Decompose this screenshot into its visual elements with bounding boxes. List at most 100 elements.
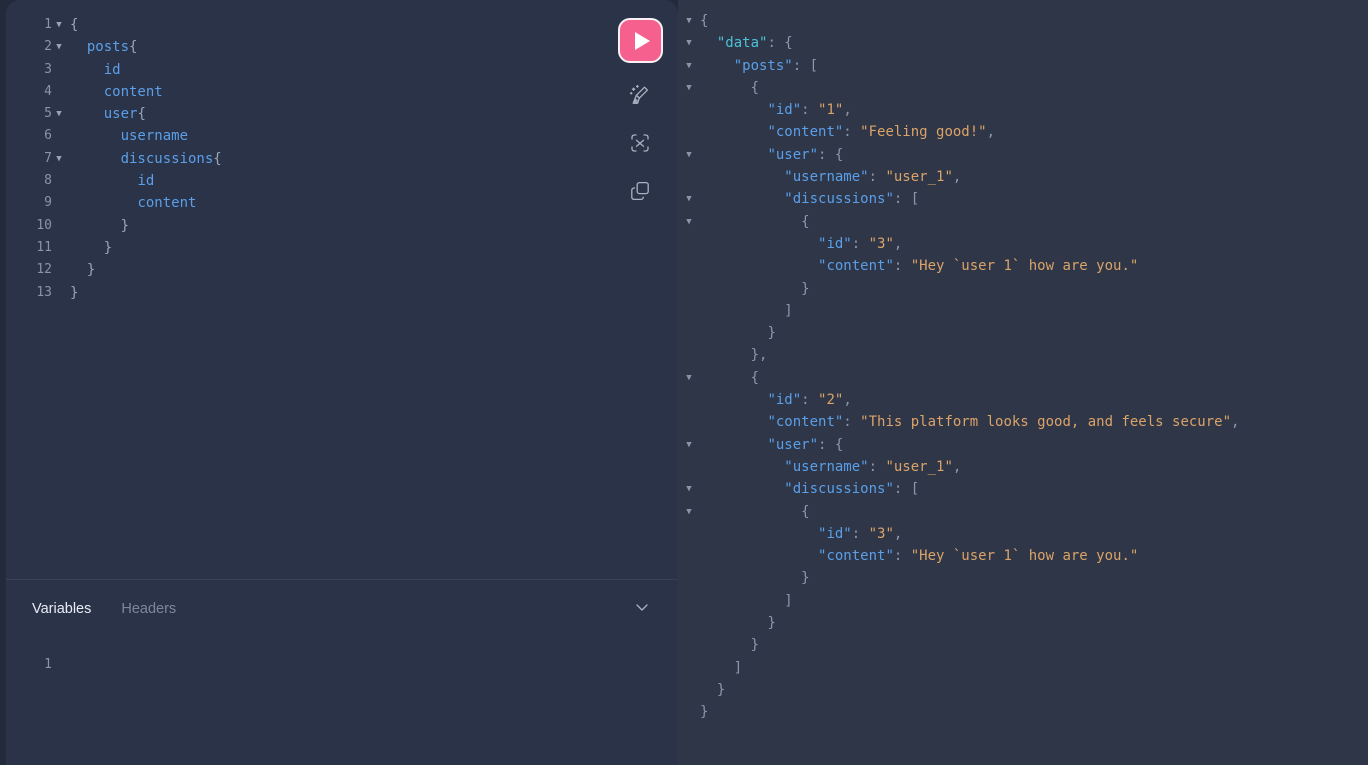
query-line[interactable]: 3▼ id xyxy=(6,59,678,81)
fold-placeholder: ▼ xyxy=(678,590,700,612)
play-icon xyxy=(634,31,650,50)
collapse-variables-button[interactable] xyxy=(632,599,652,619)
fold-arrow-icon[interactable]: ▼ xyxy=(52,103,66,125)
fold-placeholder: ▼ xyxy=(678,121,700,143)
response-line[interactable]: ▼ "username": "user_1", xyxy=(678,166,1368,188)
line-number: 6 xyxy=(44,128,52,144)
response-json[interactable]: ▼{▼ "data": {▼ "posts": [▼ {▼ "id": "1",… xyxy=(678,0,1368,765)
query-line[interactable]: 1 ▼{ xyxy=(6,14,678,36)
query-line[interactable]: 9▼ content xyxy=(6,192,678,214)
query-line[interactable]: 8▼ id xyxy=(6,170,678,192)
response-line[interactable]: ▼ "content": "Hey `user 1` how are you." xyxy=(678,545,1368,567)
fold-arrow-icon[interactable]: ▼ xyxy=(678,55,700,77)
response-pane[interactable]: ▼{▼ "data": {▼ "posts": [▼ {▼ "id": "1",… xyxy=(678,0,1368,765)
prettify-query-button[interactable] xyxy=(618,75,662,119)
response-line[interactable]: ▼ { xyxy=(678,367,1368,389)
query-line[interactable]: 12▼ } xyxy=(6,259,678,281)
query-line[interactable]: 13▼} xyxy=(6,282,678,304)
response-line[interactable]: ▼ ] xyxy=(678,300,1368,322)
response-line[interactable]: ▼ { xyxy=(678,211,1368,233)
response-line-text: { xyxy=(750,369,760,386)
fold-arrow-icon[interactable]: ▼ xyxy=(678,144,700,166)
fold-arrow-icon[interactable]: ▼ xyxy=(678,77,700,99)
editor-column: 1▼{2▼ posts{3▼ id4▼ content5▼ user{6▼ us… xyxy=(0,0,678,765)
response-line-text: "data": { xyxy=(716,35,793,52)
response-line[interactable]: ▼ "content": "This platform looks good, … xyxy=(678,411,1368,433)
query-line[interactable]: 6▼ username xyxy=(6,125,678,147)
response-line[interactable]: ▼ "content": "Feeling good!", xyxy=(678,121,1368,143)
query-line-text: } xyxy=(70,284,79,301)
response-line[interactable]: ▼ "discussions": [ xyxy=(678,478,1368,500)
response-line[interactable]: ▼{ xyxy=(678,10,1368,32)
response-line[interactable]: ▼ "user": { xyxy=(678,434,1368,456)
copy-query-button[interactable] xyxy=(618,171,662,215)
tab-variables[interactable]: Variables xyxy=(32,601,91,617)
response-line[interactable]: ▼ "data": { xyxy=(678,32,1368,54)
fold-arrow-icon[interactable]: ▼ xyxy=(52,36,66,58)
fold-arrow-icon[interactable]: ▼ xyxy=(52,14,66,36)
query-line[interactable]: 11▼ } xyxy=(6,237,678,259)
response-line[interactable]: ▼ } xyxy=(678,278,1368,300)
query-editor-pane[interactable]: 1▼{2▼ posts{3▼ id4▼ content5▼ user{6▼ us… xyxy=(6,0,678,579)
variables-panel: Variables Headers 1▼ xyxy=(6,579,678,765)
fold-placeholder: ▼ xyxy=(52,282,66,304)
fold-arrow-icon[interactable]: ▼ xyxy=(678,501,700,523)
query-editor-code[interactable]: 1▼{2▼ posts{3▼ id4▼ content5▼ user{6▼ us… xyxy=(6,0,678,579)
broom-sparkle-icon xyxy=(628,83,652,111)
query-line[interactable]: 7 ▼ discussions{ xyxy=(6,148,678,170)
fold-arrow-icon[interactable]: ▼ xyxy=(678,32,700,54)
fold-arrow-icon[interactable]: ▼ xyxy=(678,188,700,210)
variables-line[interactable]: 1▼ xyxy=(6,654,678,676)
query-line[interactable]: 2 ▼ posts{ xyxy=(6,36,678,58)
fold-arrow-icon[interactable]: ▼ xyxy=(678,478,700,500)
variables-tab-bar: Variables Headers xyxy=(6,580,678,638)
copy-query-icon xyxy=(628,179,652,207)
line-number: 10 xyxy=(36,217,52,233)
response-line[interactable]: ▼ { xyxy=(678,501,1368,523)
merge-fragments-icon xyxy=(628,131,652,159)
query-line-text: content xyxy=(137,195,197,212)
fold-arrow-icon[interactable]: ▼ xyxy=(678,10,700,32)
fold-arrow-icon[interactable]: ▼ xyxy=(52,148,66,170)
query-line[interactable]: 10▼ } xyxy=(6,215,678,237)
response-line[interactable]: ▼ "user": { xyxy=(678,144,1368,166)
response-line[interactable]: ▼ } xyxy=(678,679,1368,701)
fold-arrow-icon[interactable]: ▼ xyxy=(678,367,700,389)
fold-placeholder: ▼ xyxy=(678,634,700,656)
execute-query-button[interactable] xyxy=(617,18,663,63)
fold-arrow-icon[interactable]: ▼ xyxy=(678,211,700,233)
response-line[interactable]: ▼ } xyxy=(678,322,1368,344)
query-line[interactable]: 5 ▼ user{ xyxy=(6,103,678,125)
response-line[interactable]: ▼ "id": "3", xyxy=(678,233,1368,255)
response-line[interactable]: ▼ ] xyxy=(678,590,1368,612)
response-line[interactable]: ▼ "id": "2", xyxy=(678,389,1368,411)
variables-editor-code[interactable]: 1▼ xyxy=(6,638,678,676)
query-line-text: content xyxy=(103,83,163,100)
response-line[interactable]: ▼ { xyxy=(678,77,1368,99)
response-line[interactable]: ▼ ] xyxy=(678,657,1368,679)
query-line-text: id xyxy=(103,61,121,78)
query-line[interactable]: 4▼ content xyxy=(6,81,678,103)
response-line-text: { xyxy=(801,213,810,230)
response-line-text: { xyxy=(750,79,760,96)
response-line[interactable]: ▼ "id": "1", xyxy=(678,99,1368,121)
response-line[interactable]: ▼ "username": "user_1", xyxy=(678,456,1368,478)
response-line-text: "id": "3", xyxy=(818,525,903,542)
response-line[interactable]: ▼ } xyxy=(678,612,1368,634)
fold-placeholder: ▼ xyxy=(678,255,700,277)
fold-placeholder: ▼ xyxy=(678,389,700,411)
tab-headers[interactable]: Headers xyxy=(121,601,176,617)
response-line-text: ] xyxy=(784,592,793,609)
response-line[interactable]: ▼ "id": "3", xyxy=(678,523,1368,545)
response-line[interactable]: ▼ "discussions": [ xyxy=(678,188,1368,210)
response-line[interactable]: ▼ "posts": [ xyxy=(678,55,1368,77)
response-line[interactable]: ▼ }, xyxy=(678,344,1368,366)
response-line-text: "discussions": [ xyxy=(784,481,920,498)
response-line[interactable]: ▼ } xyxy=(678,634,1368,656)
merge-fragments-button[interactable] xyxy=(618,123,662,167)
response-line[interactable]: ▼} xyxy=(678,701,1368,723)
response-line-text: "user": { xyxy=(767,146,844,163)
response-line[interactable]: ▼ "content": "Hey `user 1` how are you." xyxy=(678,255,1368,277)
fold-arrow-icon[interactable]: ▼ xyxy=(678,434,700,456)
response-line[interactable]: ▼ } xyxy=(678,567,1368,589)
